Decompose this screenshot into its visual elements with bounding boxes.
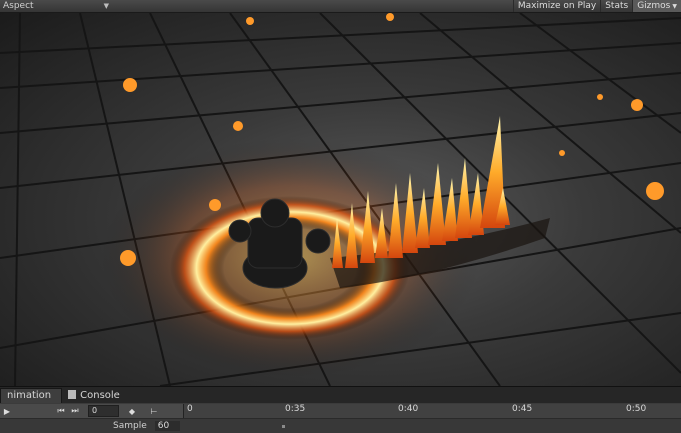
- aspect-dropdown[interactable]: Aspect ▼: [0, 0, 113, 12]
- game-view-toolbar: Aspect ▼ Maximize on Play Stats Gizmos ▼: [0, 0, 681, 13]
- gizmos-label: Gizmos: [637, 1, 671, 11]
- stats-toggle[interactable]: Stats: [600, 0, 632, 12]
- game-viewport[interactable]: [0, 13, 681, 386]
- panel-tabs: nimation Console: [0, 387, 681, 403]
- tab-console[interactable]: Console: [62, 389, 130, 403]
- maximize-on-play-toggle[interactable]: Maximize on Play: [512, 0, 600, 12]
- chevron-down-icon: ▼: [672, 3, 677, 10]
- console-icon: [68, 390, 77, 399]
- curve-handle[interactable]: [281, 424, 285, 428]
- play-button[interactable]: ▶: [0, 405, 14, 417]
- timeline-tick: 0:35: [285, 404, 306, 414]
- tab-animation-label: nimation: [7, 390, 52, 401]
- frame-input[interactable]: 0: [88, 405, 119, 417]
- previous-keyframe-button[interactable]: ⏮: [54, 405, 68, 417]
- timeline-tick: 0:40: [398, 404, 419, 414]
- animation-panel: nimation Console ▶ ⏮ ⏭ 0 ◆ ⊢ 0 0:35 0:40…: [0, 386, 681, 433]
- timeline-tick: 0:45: [512, 404, 533, 414]
- scene-render: [0, 13, 681, 386]
- timeline-tick: 0: [187, 404, 193, 414]
- chevron-down-icon: ▼: [103, 2, 109, 10]
- animation-controls: ▶ ⏮ ⏭ 0 ◆ ⊢ 0 0:35 0:40 0:45 0:50: [0, 404, 681, 419]
- sample-row: Sample 60: [0, 419, 681, 433]
- next-keyframe-button[interactable]: ⏭: [68, 405, 82, 417]
- timeline-ruler[interactable]: 0 0:35 0:40 0:45 0:50: [183, 404, 681, 418]
- aspect-label: Aspect: [3, 1, 34, 11]
- sample-rate-input[interactable]: 60: [154, 421, 180, 431]
- add-event-icon[interactable]: ⊢: [147, 405, 161, 417]
- timeline-tick: 0:50: [626, 404, 647, 414]
- tab-console-label: Console: [80, 390, 120, 401]
- gizmos-dropdown[interactable]: Gizmos ▼: [632, 0, 681, 12]
- tab-animation[interactable]: nimation: [0, 388, 63, 403]
- add-keyframe-icon[interactable]: ◆: [125, 405, 139, 417]
- sample-label: Sample: [113, 421, 147, 431]
